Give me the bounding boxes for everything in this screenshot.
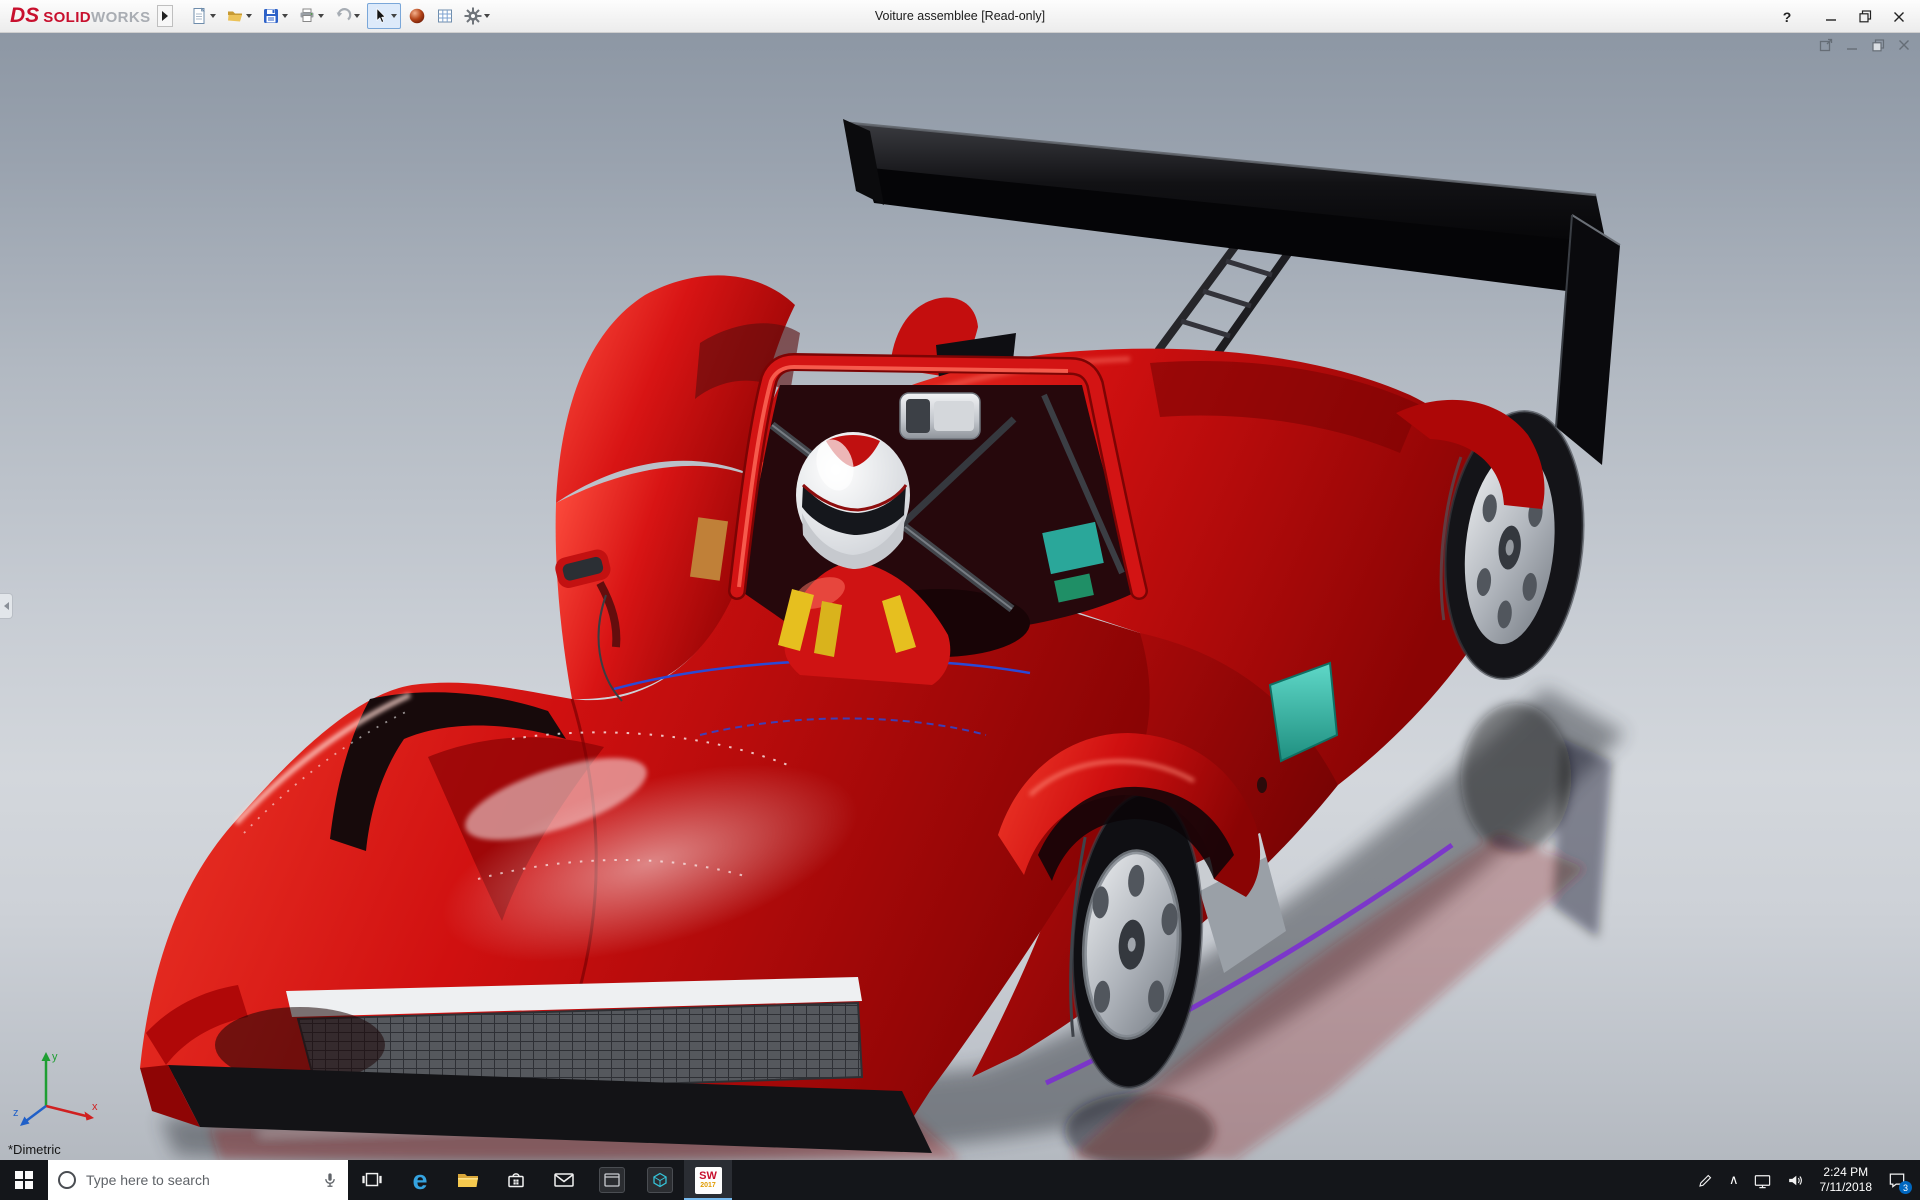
graphics-viewport[interactable]: y x z *Dimetric <box>0 33 1920 1160</box>
menu-expand-arrow[interactable] <box>157 5 173 27</box>
restore-icon <box>1859 10 1872 23</box>
view-orientation-label: *Dimetric <box>8 1142 61 1157</box>
print-icon <box>298 7 316 25</box>
z-axis-label: z <box>13 1107 19 1119</box>
ds-monogram: DS <box>10 4 39 28</box>
edit-appearance-button[interactable] <box>405 3 429 29</box>
doc-minimize-button[interactable] <box>1844 38 1860 52</box>
search-input[interactable] <box>86 1172 312 1188</box>
close-icon <box>1893 11 1905 23</box>
car-assembly-render[interactable] <box>0 33 1920 1160</box>
task-view-button[interactable] <box>348 1160 396 1200</box>
doc-close-button[interactable] <box>1896 38 1912 52</box>
save-icon <box>262 7 280 25</box>
volume-button[interactable] <box>1779 1160 1812 1200</box>
orientation-triad: y x z <box>12 1046 104 1132</box>
microphone-icon[interactable] <box>320 1169 340 1191</box>
mail-icon <box>552 1168 576 1192</box>
dropdown-caret-icon <box>246 14 252 18</box>
window-title: Voiture assemblee [Read-only] <box>875 9 1045 23</box>
right-triangle-icon <box>162 11 168 21</box>
select-tool-button[interactable] <box>367 3 401 29</box>
cortana-ring-icon <box>56 1169 78 1191</box>
solidworks-logo: DS SOLIDWORKS <box>0 4 157 28</box>
windows-ink-button[interactable] <box>1690 1160 1722 1200</box>
options-button[interactable] <box>461 3 493 29</box>
dropdown-caret-icon <box>391 14 397 18</box>
window-controls: ? <box>1770 0 1916 33</box>
minimize-button[interactable] <box>1814 0 1848 33</box>
mirror-pod[interactable] <box>900 393 980 439</box>
featuremanager-flyout-tab[interactable] <box>0 593 13 619</box>
taskbar-solidworks[interactable]: SW 2017 <box>684 1160 732 1200</box>
dropdown-caret-icon <box>318 14 324 18</box>
dropdown-caret-icon <box>210 14 216 18</box>
doc-newwindow-button[interactable] <box>1818 38 1834 52</box>
dark-app-icon <box>599 1167 625 1193</box>
new-document-icon <box>190 7 208 25</box>
new-document-button[interactable] <box>187 3 219 29</box>
minimize-icon <box>1825 11 1837 23</box>
brand-solid: SOLID <box>43 9 91 26</box>
titlebar: DS SOLIDWORKS <box>0 0 1920 33</box>
start-button[interactable] <box>0 1160 48 1200</box>
dropdown-caret-icon <box>484 14 490 18</box>
close-icon <box>1898 39 1910 51</box>
taskbar-clock[interactable]: 2:24 PM 7/11/2018 <box>1812 1165 1881 1195</box>
network-button[interactable] <box>1746 1160 1779 1200</box>
taskbar-mail[interactable] <box>540 1160 588 1200</box>
y-axis-label: y <box>52 1051 58 1063</box>
clock-time: 2:24 PM <box>1823 1165 1868 1180</box>
cube-app-icon <box>647 1167 673 1193</box>
close-button[interactable] <box>1882 0 1916 33</box>
open-folder-icon <box>226 7 244 25</box>
minimize-icon <box>1846 39 1858 51</box>
brand-works: WORKS <box>91 9 151 26</box>
windows-logo-icon <box>15 1171 33 1189</box>
edge-icon: e <box>412 1167 427 1194</box>
select-cursor-icon <box>371 7 389 25</box>
left-triangle-icon <box>4 602 9 610</box>
file-explorer-icon <box>456 1168 480 1192</box>
sheet-format-button[interactable] <box>433 3 457 29</box>
store-icon <box>504 1168 528 1192</box>
dropdown-caret-icon <box>354 14 360 18</box>
doc-restore-button[interactable] <box>1870 38 1886 52</box>
notification-badge: 3 <box>1899 1181 1912 1194</box>
undo-icon <box>334 7 352 25</box>
sheet-grid-icon <box>436 7 454 25</box>
options-gear-icon <box>464 7 482 25</box>
speaker-icon <box>1786 1171 1805 1190</box>
chevron-up-icon: ∧ <box>1729 1172 1739 1188</box>
solidworks-window: DS SOLIDWORKS <box>0 0 1920 1200</box>
open-button[interactable] <box>223 3 255 29</box>
action-center-button[interactable]: 3 <box>1880 1160 1914 1200</box>
popout-icon <box>1819 38 1833 52</box>
dropdown-caret-icon <box>282 14 288 18</box>
help-button[interactable]: ? <box>1770 0 1804 33</box>
restore-icon <box>1872 39 1885 52</box>
print-button[interactable] <box>295 3 327 29</box>
windows-taskbar: e SW 2017 ∧ <box>0 1160 1920 1200</box>
hidden-icons-button[interactable]: ∧ <box>1722 1160 1746 1200</box>
network-icon <box>1753 1171 1772 1190</box>
solidworks-app-icon: SW 2017 <box>695 1167 722 1194</box>
taskbar-store[interactable] <box>492 1160 540 1200</box>
undo-button[interactable] <box>331 3 363 29</box>
taskbar-edge[interactable]: e <box>396 1160 444 1200</box>
taskbar-app-3d[interactable] <box>636 1160 684 1200</box>
taskbar-search[interactable] <box>48 1160 348 1200</box>
taskbar-app-window[interactable] <box>588 1160 636 1200</box>
system-tray: ∧ 2:24 PM 7/11/2018 3 <box>1690 1160 1920 1200</box>
save-button[interactable] <box>259 3 291 29</box>
restore-button[interactable] <box>1848 0 1882 33</box>
document-window-controls <box>1818 38 1912 52</box>
task-view-icon <box>361 1169 383 1191</box>
x-axis-label: x <box>92 1101 98 1113</box>
pen-icon <box>1697 1171 1715 1189</box>
taskbar-file-explorer[interactable] <box>444 1160 492 1200</box>
standard-toolbar <box>187 3 493 29</box>
appearance-sphere-icon <box>408 7 426 25</box>
clock-date: 7/11/2018 <box>1820 1180 1873 1195</box>
